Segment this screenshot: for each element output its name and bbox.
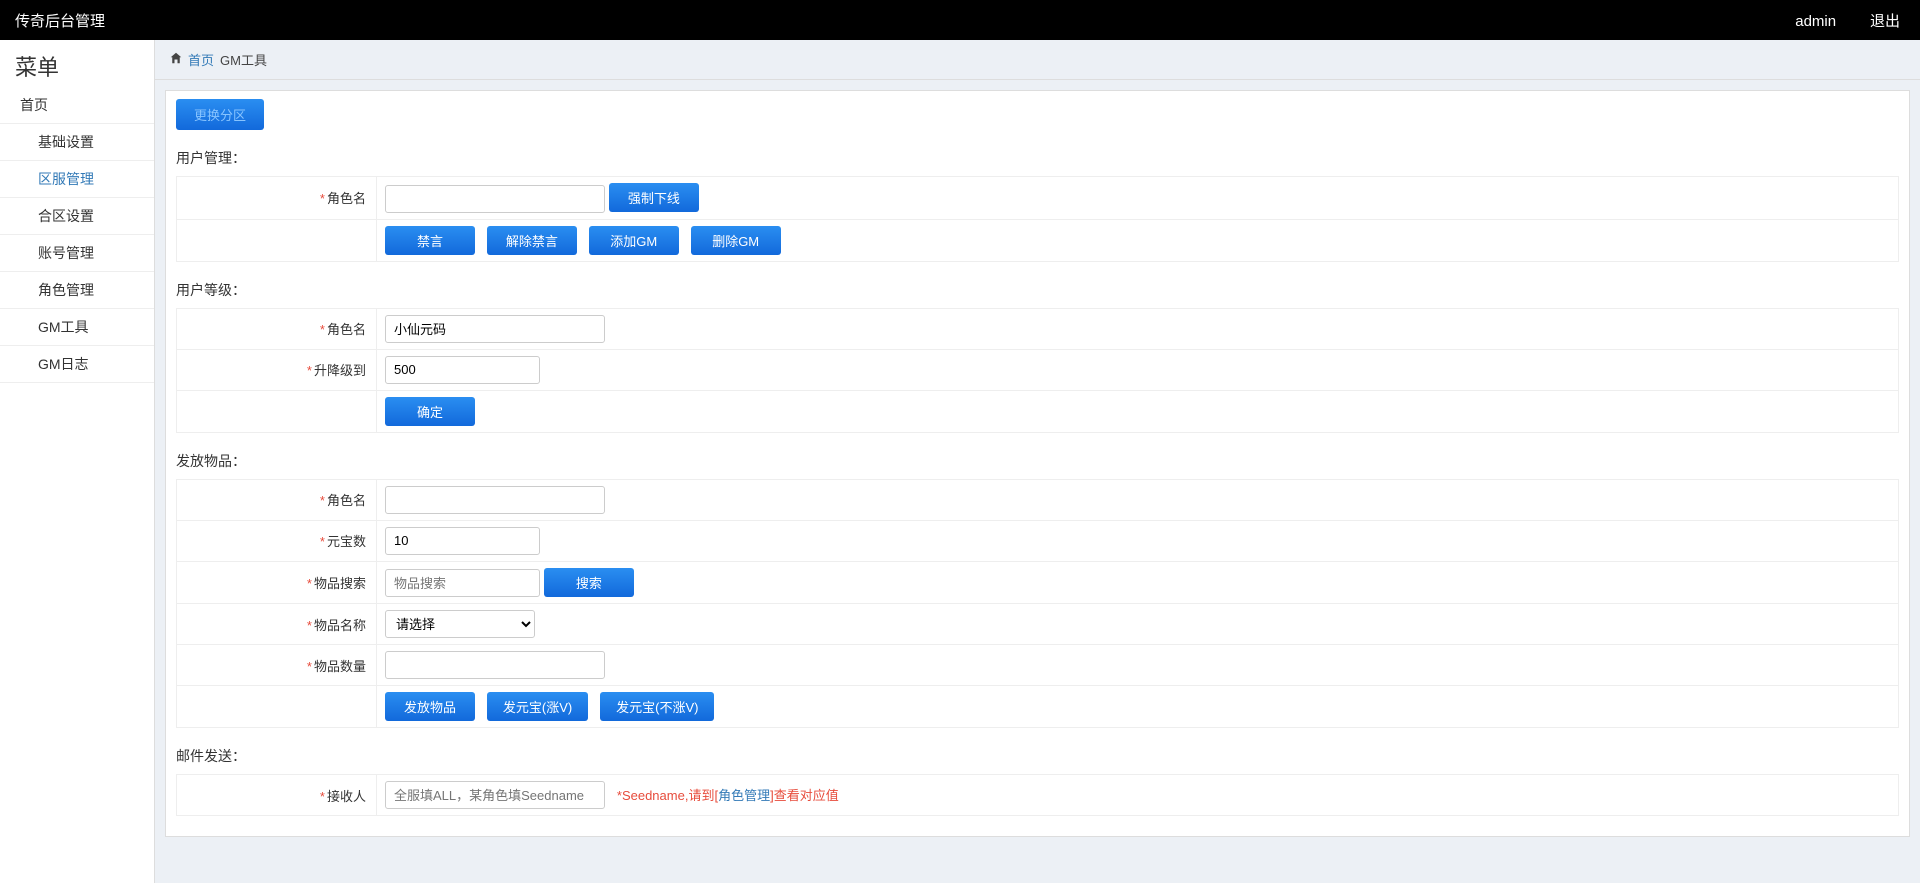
input-level-role-name[interactable] [385, 315, 605, 343]
give-item-table: *角色名 *元宝数 *物品搜索 搜索 *物品名称 [176, 479, 1899, 729]
sidebar-item-3[interactable]: 合区设置 [0, 198, 154, 235]
app-title: 传奇后台管理 [15, 10, 105, 31]
breadcrumb-home[interactable]: 首页 [188, 50, 214, 69]
force-offline-button[interactable]: 强制下线 [609, 183, 699, 212]
input-role-name[interactable] [385, 185, 605, 213]
del-gm-button[interactable]: 删除GM [691, 226, 781, 255]
input-mail-receiver[interactable] [385, 781, 605, 809]
select-item-name[interactable]: 请选择 [385, 610, 535, 638]
input-item-qty[interactable] [385, 651, 605, 679]
breadcrumb: 首页 GM工具 [155, 40, 1920, 80]
label-role-name: *角色名 [177, 177, 377, 220]
give-yuanbao-v-button[interactable]: 发元宝(涨V) [487, 692, 588, 721]
user-manage-table: *角色名 强制下线 禁言 解除禁言 添加GM 删除GM [176, 176, 1899, 262]
sidebar: 菜单 首页基础设置区服管理合区设置账号管理角色管理GM工具GM日志 [0, 40, 155, 883]
section-user-manage-title: 用户管理： [176, 148, 1899, 168]
sidebar-item-2[interactable]: 区服管理 [0, 161, 154, 198]
sidebar-item-6[interactable]: GM工具 [0, 309, 154, 346]
home-icon [170, 52, 182, 67]
unban-button[interactable]: 解除禁言 [487, 226, 577, 255]
sidebar-item-0[interactable]: 首页 [0, 87, 154, 124]
sidebar-menu: 首页基础设置区服管理合区设置账号管理角色管理GM工具GM日志 [0, 87, 154, 383]
breadcrumb-current: GM工具 [220, 50, 267, 69]
input-give-role-name[interactable] [385, 486, 605, 514]
sidebar-item-4[interactable]: 账号管理 [0, 235, 154, 272]
section-give-item-title: 发放物品： [176, 451, 1899, 471]
topbar-right: admin 退出 [1765, 10, 1900, 31]
mail-hint: *Seedname,请到[角色管理]查看对应值 [617, 788, 839, 803]
main-layout: 菜单 首页基础设置区服管理合区设置账号管理角色管理GM工具GM日志 首页 GM工… [0, 40, 1920, 883]
content-panel: 更换分区 用户管理： *角色名 强制下线 禁言 解除禁言 添加GM [165, 90, 1910, 837]
sidebar-item-7[interactable]: GM日志 [0, 346, 154, 383]
top-navbar: 传奇后台管理 admin 退出 [0, 0, 1920, 40]
input-item-search[interactable] [385, 569, 540, 597]
level-confirm-button[interactable]: 确定 [385, 397, 475, 426]
section-mail-title: 邮件发送： [176, 746, 1899, 766]
role-manage-link[interactable]: 角色管理 [718, 788, 770, 803]
username-link[interactable]: admin [1795, 13, 1836, 30]
user-level-table: *角色名 *升降级到 确定 [176, 308, 1899, 433]
ban-button[interactable]: 禁言 [385, 226, 475, 255]
content-area: 首页 GM工具 更换分区 用户管理： *角色名 强制下线 禁言 [155, 40, 1920, 883]
sidebar-title: 菜单 [0, 40, 154, 87]
logout-link[interactable]: 退出 [1870, 13, 1900, 30]
search-button[interactable]: 搜索 [544, 568, 634, 597]
section-user-level-title: 用户等级： [176, 280, 1899, 300]
mail-table: *接收人 *Seedname,请到[角色管理]查看对应值 [176, 774, 1899, 816]
give-yuanbao-nv-button[interactable]: 发元宝(不涨V) [600, 692, 714, 721]
add-gm-button[interactable]: 添加GM [589, 226, 679, 255]
input-yuanbao[interactable] [385, 527, 540, 555]
sidebar-item-1[interactable]: 基础设置 [0, 124, 154, 161]
give-item-button[interactable]: 发放物品 [385, 692, 475, 721]
input-level-value[interactable] [385, 356, 540, 384]
switch-zone-button[interactable]: 更换分区 [176, 99, 264, 130]
sidebar-item-5[interactable]: 角色管理 [0, 272, 154, 309]
